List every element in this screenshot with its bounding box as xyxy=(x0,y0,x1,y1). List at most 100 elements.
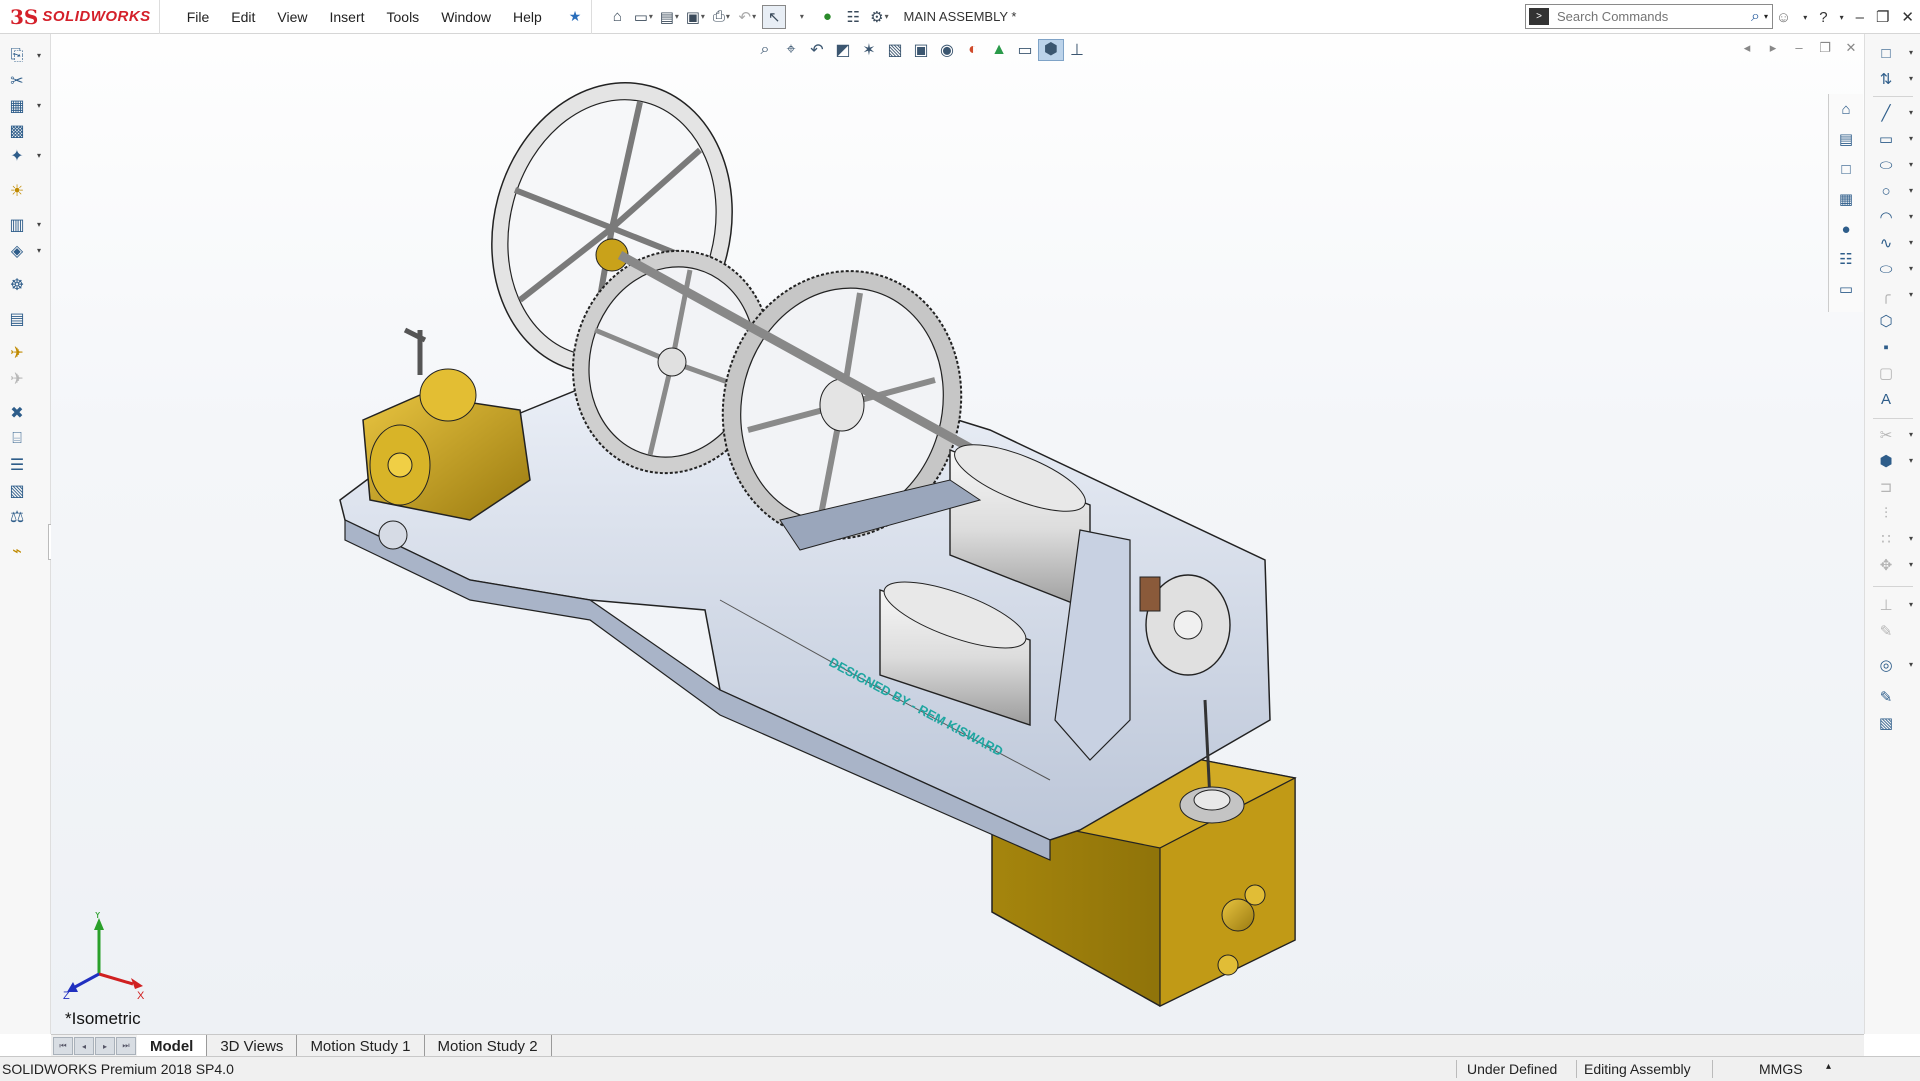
viewport-restore-icon[interactable]: ❐ xyxy=(1812,40,1838,56)
centerline-icon[interactable]: ▢ xyxy=(1875,362,1897,384)
instant3d-icon[interactable]: ⌁ xyxy=(6,540,28,562)
hole-alignment-icon[interactable]: ☰ xyxy=(6,454,28,476)
reference-geometry-icon[interactable]: ◈ xyxy=(6,240,28,262)
linear-sketch-pattern-icon[interactable]: ∷ xyxy=(1875,528,1897,550)
bill-of-materials-icon[interactable]: ▤ xyxy=(6,308,28,330)
select-arrow-icon[interactable]: ↖ xyxy=(762,4,787,29)
search-dropdown-icon[interactable]: ▾ xyxy=(1764,12,1768,21)
viewport-next-icon[interactable]: ▸ xyxy=(1760,40,1786,56)
tab-model[interactable]: Model xyxy=(137,1035,208,1057)
previous-view-icon[interactable]: ↶ xyxy=(804,40,830,60)
solidworks-resources-icon[interactable]: ⌂ xyxy=(1835,98,1857,120)
search-icon[interactable]: ⌕ xyxy=(1751,8,1760,26)
tab-first-icon[interactable]: ⏮ xyxy=(53,1037,73,1055)
undo-icon[interactable]: ↶ ▾ xyxy=(736,6,758,28)
solidworks-forum-icon[interactable]: ▭ xyxy=(1835,278,1857,300)
restore-icon[interactable]: ❐ xyxy=(1876,8,1889,26)
hide-show-items-icon[interactable]: ◉ xyxy=(934,40,960,60)
ellipse-icon[interactable]: ⬭ xyxy=(1875,258,1897,280)
smart-dimension-icon[interactable]: ⇅ xyxy=(1875,68,1897,90)
rebuild-icon[interactable]: ● xyxy=(816,6,838,28)
tab-prev-icon[interactable]: ◂ xyxy=(74,1037,94,1055)
normal-to-icon[interactable]: ⊥ xyxy=(1064,40,1090,60)
line-icon[interactable]: ╱ xyxy=(1875,102,1897,124)
section-view-icon[interactable]: ◩ xyxy=(830,40,856,60)
assembly-features-dropdown-icon[interactable]: ▾ xyxy=(37,220,41,229)
menu-view[interactable]: View xyxy=(266,9,318,25)
quick-snaps-icon[interactable]: ◎ xyxy=(1875,654,1897,676)
mass-properties-icon[interactable]: ⚖ xyxy=(6,506,28,528)
move-component-icon[interactable]: ✦ xyxy=(6,145,28,167)
insert-components-dropdown-icon[interactable]: ▾ xyxy=(37,51,41,60)
new-document-icon[interactable]: ▭ ▾ xyxy=(632,6,654,28)
main-assembly-model[interactable]: DESIGNED BY - REM KISWARD xyxy=(51,34,1864,1034)
explode-line-sketch-icon[interactable]: ✈ xyxy=(6,368,28,390)
sketch-icon[interactable]: □ xyxy=(1875,42,1897,64)
smart-fasteners-icon[interactable]: ▩ xyxy=(6,120,28,142)
fillet-dropdown-icon[interactable]: ▾ xyxy=(1909,290,1913,299)
polygon-icon[interactable]: ⬡ xyxy=(1875,310,1897,332)
trim-entities-icon[interactable]: ✂ xyxy=(1875,424,1897,446)
slot-dropdown-icon[interactable]: ▾ xyxy=(1909,160,1913,169)
move-entities-icon[interactable]: ✥ xyxy=(1875,554,1897,576)
unit-system[interactable]: MMGS xyxy=(1759,1061,1803,1077)
display-delete-relations-icon[interactable]: ⊥ xyxy=(1875,594,1897,616)
circle-dropdown-icon[interactable]: ▾ xyxy=(1909,186,1913,195)
close-icon[interactable]: ✕ xyxy=(1901,8,1914,26)
file-properties-icon[interactable]: ☷ xyxy=(842,6,864,28)
design-library-icon[interactable]: ▤ xyxy=(1835,128,1857,150)
search-input[interactable] xyxy=(1549,5,1752,28)
spline-dropdown-icon[interactable]: ▾ xyxy=(1909,238,1913,247)
relations-dropdown-icon[interactable]: ▾ xyxy=(1909,600,1913,609)
menu-window[interactable]: Window xyxy=(430,9,502,25)
viewport-prev-icon[interactable]: ◂ xyxy=(1734,40,1760,56)
user-dropdown-icon[interactable]: ▾ xyxy=(1803,13,1807,22)
tab-motion-study-2[interactable]: Motion Study 2 xyxy=(425,1035,552,1057)
rectangle-icon[interactable]: ▭ xyxy=(1875,128,1897,150)
trim-dropdown-icon[interactable]: ▾ xyxy=(1909,430,1913,439)
measure-icon[interactable]: ▧ xyxy=(6,480,28,502)
rapid-sketch-icon[interactable]: ✎ xyxy=(1875,686,1897,708)
offset-entities-icon[interactable]: ⊐ xyxy=(1875,476,1897,498)
menu-tools[interactable]: Tools xyxy=(376,9,431,25)
zoom-to-fit-icon[interactable]: ⌕ xyxy=(752,41,778,59)
solidworks-logo[interactable]: 3S SOLIDWORKS xyxy=(0,0,160,34)
assembly-features-icon[interactable]: ▥ xyxy=(6,214,28,236)
smart-dimension-dropdown-icon[interactable]: ▾ xyxy=(1909,74,1913,83)
save-icon[interactable]: ▣ ▾ xyxy=(684,6,706,28)
view-palette-icon[interactable]: ▦ xyxy=(1835,188,1857,210)
sketch-dropdown-icon[interactable]: ▾ xyxy=(1909,48,1913,57)
show-hidden-components-icon[interactable]: ☀ xyxy=(6,180,28,202)
interference-detection-icon[interactable]: ✖ xyxy=(6,402,28,424)
select-dropdown-icon[interactable]: ▾ xyxy=(790,6,812,28)
isometric-view-icon[interactable]: ⬢ xyxy=(1038,39,1064,61)
view-orientation-icon[interactable]: ▧ xyxy=(882,40,908,60)
pattern-dropdown-icon[interactable]: ▾ xyxy=(1909,534,1913,543)
fillet-icon[interactable]: ╭ xyxy=(1875,284,1897,306)
repair-sketch-icon[interactable]: ✎ xyxy=(1875,620,1897,642)
pin-menu-icon[interactable]: ★ xyxy=(569,8,582,25)
viewport-close-icon[interactable]: ✕ xyxy=(1838,40,1864,56)
user-icon[interactable]: ☺ xyxy=(1776,9,1791,26)
help-dropdown-icon[interactable]: ▾ xyxy=(1840,13,1844,22)
move-entities-dropdown-icon[interactable]: ▾ xyxy=(1909,560,1913,569)
tab-next-icon[interactable]: ▸ xyxy=(95,1037,115,1055)
insert-components-icon[interactable]: ⎘ xyxy=(6,45,28,67)
slot-icon[interactable]: ⬭ xyxy=(1875,154,1897,176)
appearances-icon[interactable]: ● xyxy=(1835,218,1857,240)
new-motion-study-icon[interactable]: ☸ xyxy=(6,274,28,296)
menu-file[interactable]: File xyxy=(176,9,221,25)
display-style-icon[interactable]: ▣ xyxy=(908,40,934,60)
tab-motion-study-1[interactable]: Motion Study 1 xyxy=(297,1035,425,1057)
zoom-to-area-icon[interactable]: ⌖ xyxy=(778,41,804,59)
help-icon[interactable]: ? xyxy=(1819,9,1827,26)
move-component-dropdown-icon[interactable]: ▾ xyxy=(37,151,41,160)
tab-last-icon[interactable]: ⏭ xyxy=(116,1037,136,1055)
dynamic-annotation-icon[interactable]: ✶ xyxy=(856,40,882,60)
circle-icon[interactable]: ○ xyxy=(1875,180,1897,202)
convert-entities-icon[interactable]: ⬢ xyxy=(1875,450,1897,472)
mate-icon[interactable]: ✂ xyxy=(6,70,28,92)
ellipse-dropdown-icon[interactable]: ▾ xyxy=(1909,264,1913,273)
apply-scene-icon[interactable]: ▲ xyxy=(986,41,1012,59)
spline-icon[interactable]: ∿ xyxy=(1875,232,1897,254)
